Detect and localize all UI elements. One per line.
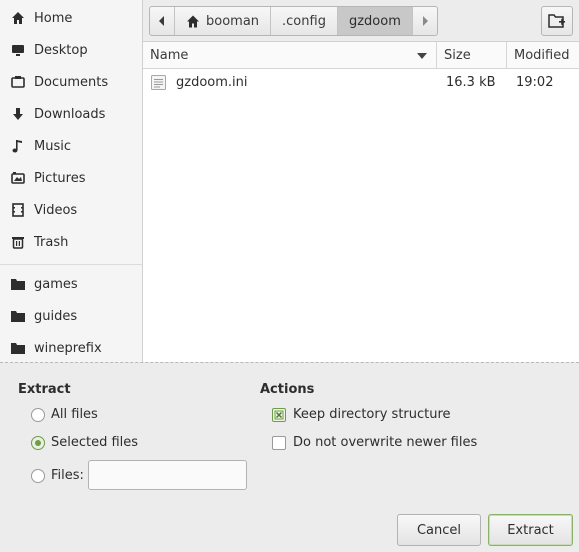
chevron-left-icon [159, 16, 164, 26]
sort-descending-icon [417, 53, 427, 59]
path-segment-config[interactable]: .config [271, 7, 338, 35]
path-segment-label: gzdoom [348, 13, 401, 29]
file-list: Name Size Modified gzdoom.ini 16.3 kB 19… [143, 42, 579, 362]
places-sidebar: Home Desktop Documents Downloads Music P… [0, 0, 143, 362]
home-icon [10, 10, 26, 26]
cancel-button[interactable]: Cancel [397, 514, 481, 546]
file-name-cell: gzdoom.ini [150, 69, 248, 95]
check-mark-icon [274, 410, 284, 419]
checkbox-indicator [272, 407, 286, 422]
path-segment-label: .config [282, 13, 326, 29]
radio-label: Selected files [51, 435, 139, 450]
checkbox-label: Do not overwrite newer files [293, 435, 478, 450]
extract-options-panel: Extract All files Selected files Files: … [0, 363, 579, 552]
sidebar-item-label: Pictures [34, 170, 86, 186]
file-size: 16.3 kB [446, 74, 496, 90]
sidebar-item-label: wineprefix [34, 340, 102, 356]
sidebar-item-label: Documents [34, 74, 109, 90]
sidebar-item-label: Home [34, 10, 73, 26]
radio-indicator [31, 468, 45, 483]
sidebar-item-trash[interactable]: Trash [0, 226, 142, 258]
column-label: Modified [514, 48, 570, 63]
radio-indicator [31, 435, 45, 450]
checkbox-keep-directory-structure[interactable]: Keep directory structure [272, 407, 451, 422]
home-icon [187, 15, 199, 27]
table-row[interactable]: gzdoom.ini 16.3 kB 19:02 [143, 69, 579, 95]
checkbox-indicator [272, 435, 286, 450]
file-name: gzdoom.ini [176, 74, 248, 90]
path-segment-booman[interactable]: booman [175, 7, 272, 35]
file-modified: 19:02 [516, 74, 554, 90]
column-header: Name Size Modified [143, 42, 579, 69]
folder-icon [10, 340, 26, 356]
sidebar-item-downloads[interactable]: Downloads [0, 98, 142, 130]
radio-label: Files: [51, 468, 84, 483]
trash-icon [10, 234, 26, 250]
folder-new-icon [548, 14, 565, 28]
videos-icon [10, 202, 26, 218]
path-segment-gzdoom[interactable]: gzdoom [337, 7, 413, 35]
sidebar-item-desktop[interactable]: Desktop [0, 34, 142, 66]
folder-icon [10, 276, 26, 292]
download-icon [10, 106, 26, 122]
sidebar-item-guides[interactable]: guides [0, 300, 142, 332]
sidebar-item-label: Trash [34, 234, 69, 250]
extract-heading: Extract [18, 382, 71, 397]
sidebar-item-label: Downloads [34, 106, 106, 122]
column-label: Name [150, 48, 189, 63]
radio-files-pattern[interactable]: Files: [31, 468, 84, 483]
chevron-right-icon [422, 16, 428, 26]
path-toolbar: booman .config gzdoom [143, 0, 579, 42]
sidebar-item-pictures[interactable]: Pictures [0, 162, 142, 194]
pictures-icon [10, 170, 26, 186]
path-back-button[interactable] [150, 7, 175, 35]
desktop-icon [10, 42, 26, 58]
sidebar-item-wineprefix[interactable]: wineprefix [0, 332, 142, 362]
files-pattern-input[interactable] [88, 460, 247, 490]
sidebar-item-documents[interactable]: Documents [0, 66, 142, 98]
documents-icon [10, 74, 26, 90]
sidebar-item-videos[interactable]: Videos [0, 194, 142, 226]
text-file-icon [151, 74, 166, 90]
column-size-header[interactable]: Size [437, 42, 507, 69]
path-segment-label: booman [206, 13, 260, 29]
sidebar-item-music[interactable]: Music [0, 130, 142, 162]
sidebar-item-home[interactable]: Home [0, 2, 142, 34]
path-forward-button[interactable] [413, 7, 437, 35]
column-name-header[interactable]: Name [143, 42, 437, 69]
sidebar-item-label: Videos [34, 202, 78, 218]
sidebar-separator [0, 264, 142, 265]
breadcrumb: booman .config gzdoom [149, 6, 438, 36]
checkbox-label: Keep directory structure [293, 407, 451, 422]
actions-heading: Actions [260, 382, 315, 397]
extract-button[interactable]: Extract [488, 514, 573, 546]
checkbox-do-not-overwrite[interactable]: Do not overwrite newer files [272, 435, 477, 450]
sidebar-item-games[interactable]: games [0, 268, 142, 300]
column-modified-header[interactable]: Modified [507, 42, 579, 69]
column-label: Size [444, 48, 471, 63]
new-folder-button[interactable] [541, 6, 573, 36]
radio-indicator [31, 407, 45, 422]
radio-all-files[interactable]: All files [31, 407, 98, 422]
music-icon [10, 138, 26, 154]
sidebar-item-label: Desktop [34, 42, 88, 58]
sidebar-item-label: games [34, 276, 78, 292]
radio-label: All files [51, 407, 98, 422]
radio-selected-files[interactable]: Selected files [31, 435, 138, 450]
sidebar-item-label: guides [34, 308, 78, 324]
folder-icon [10, 308, 26, 324]
sidebar-item-label: Music [34, 138, 71, 154]
